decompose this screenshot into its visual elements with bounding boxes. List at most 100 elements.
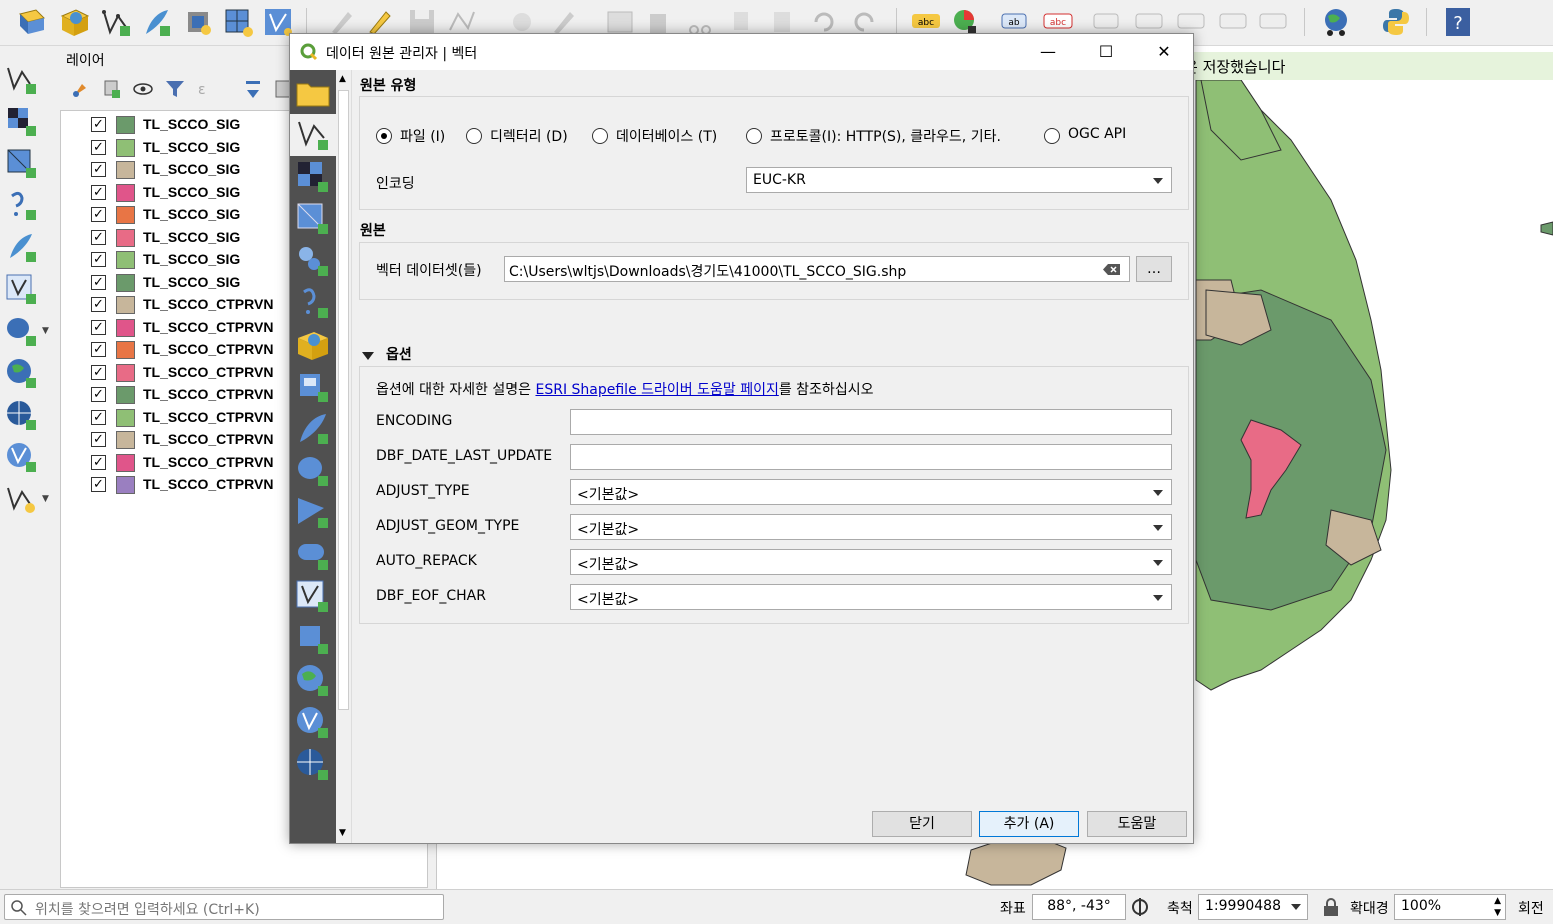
layer-symbol-swatch[interactable] (116, 431, 135, 449)
feather-icon[interactable] (140, 6, 172, 38)
layer-symbol-swatch[interactable] (116, 138, 135, 157)
layer-visibility-checkbox[interactable]: ✓ (91, 229, 106, 245)
layer-visibility-checkbox[interactable]: ✓ (91, 139, 106, 155)
option-select[interactable]: <기본값> (570, 584, 1172, 610)
eye-icon[interactable] (132, 78, 154, 100)
add-wms-icon[interactable] (4, 356, 38, 390)
wfs-source-icon[interactable] (294, 704, 332, 742)
option-text-input[interactable] (570, 444, 1172, 470)
label-change-icon[interactable] (1258, 6, 1290, 38)
minimize-button[interactable]: — (1019, 34, 1077, 70)
layer-symbol-swatch[interactable] (116, 183, 135, 202)
magnifier-spinbox[interactable]: 100% ▲ ▼ (1394, 894, 1506, 920)
add-raster-layer-icon[interactable] (4, 104, 38, 138)
mssql-source-icon[interactable] (294, 494, 332, 532)
style-manager-icon[interactable] (70, 78, 92, 100)
scroll-up-icon[interactable]: ▲ (339, 74, 346, 84)
layer-visibility-checkbox[interactable]: ✓ (91, 184, 106, 200)
browser-folder-icon[interactable] (294, 74, 332, 112)
dropdown-arrow-icon[interactable]: ▼ (42, 326, 49, 336)
layer-symbol-swatch[interactable] (116, 453, 135, 472)
add-group-icon[interactable] (100, 78, 122, 100)
new-layer-icon[interactable] (4, 482, 38, 516)
radio-circle[interactable] (592, 128, 608, 144)
layer-symbol-swatch[interactable] (116, 228, 135, 247)
locator-search-input[interactable]: 위치를 찾으려면 입력하세요 (Ctrl+K) (4, 894, 444, 920)
add-virtual-layer-icon[interactable] (4, 272, 38, 306)
layer-symbol-swatch[interactable] (116, 318, 135, 337)
digitize-vertex-icon[interactable] (100, 6, 132, 38)
layer-visibility-checkbox[interactable]: ✓ (91, 297, 106, 312)
clear-input-icon[interactable] (1103, 263, 1121, 276)
maximize-button[interactable]: ☐ (1077, 34, 1135, 70)
wms-source-icon[interactable] (294, 662, 332, 700)
label-rotate-icon[interactable] (1218, 6, 1250, 38)
layer-visibility-checkbox[interactable]: ✓ (91, 387, 106, 402)
add-button[interactable]: 추가 (A) (979, 811, 1079, 837)
close-button[interactable]: 닫기 (872, 811, 972, 837)
layer-visibility-checkbox[interactable]: ✓ (91, 207, 106, 222)
layer-visibility-checkbox[interactable]: ✓ (91, 432, 106, 447)
option-select[interactable]: <기본값> (570, 549, 1172, 575)
gps-source-icon[interactable] (294, 368, 332, 406)
options-heading[interactable]: 옵션 (386, 344, 412, 364)
layer-visibility-checkbox[interactable]: ✓ (91, 364, 106, 380)
layer-visibility-checkbox[interactable]: ✓ (91, 477, 106, 492)
filter-icon[interactable] (164, 78, 186, 100)
python-icon[interactable] (1380, 6, 1412, 38)
chip-icon[interactable] (182, 6, 214, 38)
scroll-down-icon[interactable]: ▼ (339, 828, 346, 838)
source-list-scrollbar[interactable]: ▲ ▼ (336, 70, 352, 843)
raster-grid-icon[interactable] (222, 6, 254, 38)
radio-circle[interactable] (746, 128, 762, 144)
mouse-coordinate-icon[interactable] (1130, 897, 1150, 917)
help-icon[interactable]: ? (1442, 6, 1474, 38)
scale-combo[interactable]: 1:9990488 (1198, 894, 1308, 920)
layer-symbol-swatch[interactable] (116, 476, 135, 494)
point-cloud-source-icon[interactable] (294, 242, 332, 280)
layer-symbol-swatch[interactable] (116, 386, 135, 404)
layer-symbol-swatch[interactable] (116, 273, 135, 292)
delimited-text-source-icon[interactable] (294, 284, 332, 322)
expand-all-icon[interactable] (242, 78, 264, 100)
add-vector-layer-icon[interactable] (4, 62, 38, 96)
geopackage-source-icon[interactable] (294, 326, 332, 364)
layer-symbol-swatch[interactable] (116, 341, 135, 359)
sap-hana-source-icon[interactable] (294, 620, 332, 658)
lock-icon[interactable] (1322, 897, 1340, 917)
layer-symbol-swatch[interactable] (116, 206, 135, 224)
layer-visibility-checkbox[interactable]: ✓ (91, 274, 106, 290)
option-text-input[interactable] (570, 409, 1172, 435)
wcs-source-icon[interactable] (294, 746, 332, 784)
layer-symbol-swatch[interactable] (116, 296, 135, 314)
layer-visibility-checkbox[interactable]: ✓ (91, 409, 106, 425)
raster-source-icon[interactable] (294, 158, 332, 196)
virtual-layer-source-icon[interactable] (294, 578, 332, 616)
postgresql-source-icon[interactable] (294, 452, 332, 490)
layer-visibility-checkbox[interactable]: ✓ (91, 162, 106, 177)
radio-circle[interactable] (466, 128, 482, 144)
vector-source-icon[interactable] (290, 114, 336, 156)
new-geopackage-icon[interactable] (58, 6, 90, 38)
option-select[interactable]: <기본값> (570, 514, 1172, 540)
add-postgis-icon[interactable] (4, 314, 38, 348)
scrollbar-thumb[interactable] (338, 90, 349, 710)
option-select[interactable]: <기본값> (570, 479, 1172, 505)
dropdown-arrow-icon[interactable]: ▼ (42, 494, 49, 504)
add-spatialite-icon[interactable] (4, 230, 38, 264)
layer-visibility-checkbox[interactable]: ✓ (91, 252, 106, 267)
mesh-source-icon[interactable] (294, 200, 332, 238)
spatialite-source-icon[interactable] (294, 410, 332, 448)
layer-visibility-checkbox[interactable]: ✓ (91, 117, 106, 132)
help-button[interactable]: 도움말 (1087, 811, 1187, 837)
layer-symbol-swatch[interactable] (116, 161, 135, 179)
layer-visibility-checkbox[interactable]: ✓ (91, 342, 106, 357)
radio-circle[interactable] (376, 128, 392, 144)
add-mesh-layer-icon[interactable] (4, 146, 38, 180)
oracle-source-icon[interactable] (294, 536, 332, 574)
encoding-select[interactable]: EUC-KR (746, 167, 1172, 193)
layer-symbol-swatch[interactable] (116, 363, 135, 382)
dataset-path-input[interactable]: C:\Users\wltjs\Downloads\경기도\41000\TL_SC… (504, 256, 1130, 282)
expression-filter-icon[interactable]: ε (194, 78, 216, 100)
collapse-triangle-icon[interactable] (362, 352, 374, 360)
